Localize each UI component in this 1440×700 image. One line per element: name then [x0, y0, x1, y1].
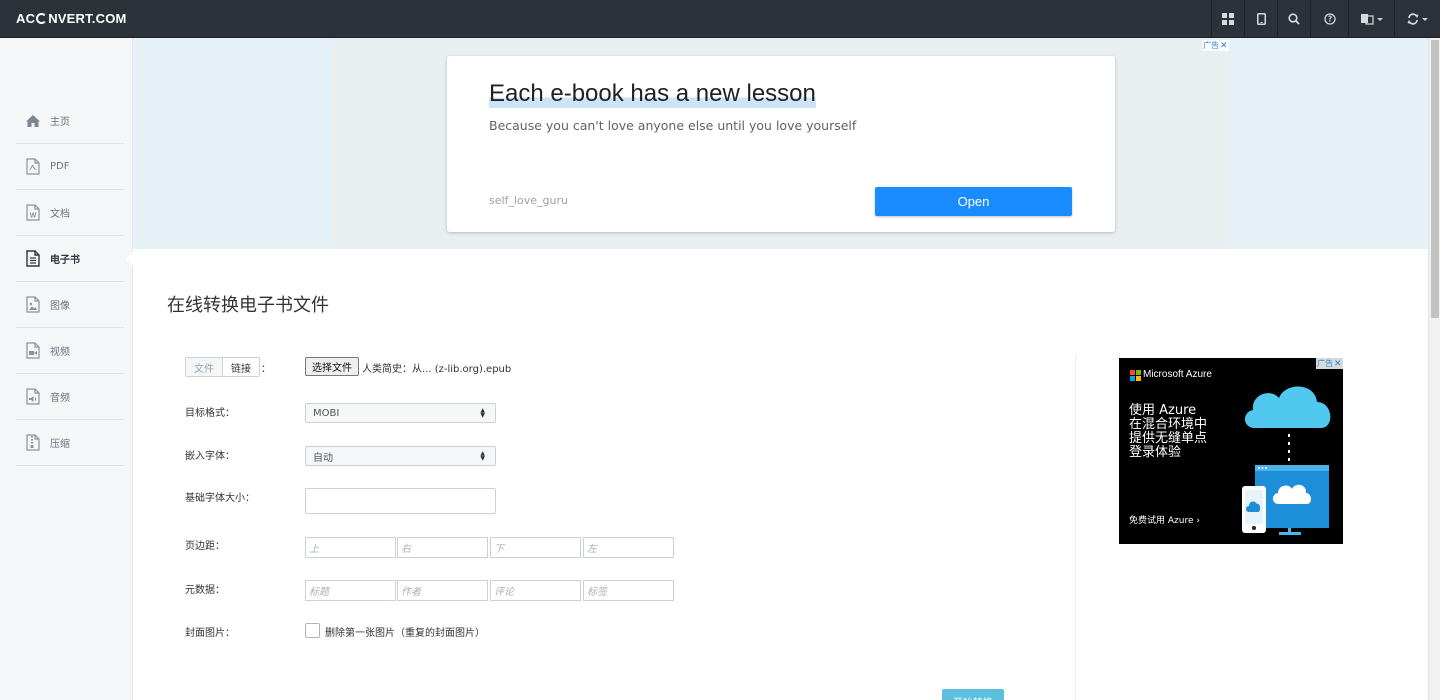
chevron-down-icon [1422, 17, 1428, 21]
apps-grid-button[interactable] [1211, 0, 1244, 38]
site-logo[interactable]: AC NVERT.COM [16, 11, 127, 26]
margin-left-input[interactable]: 左 [583, 537, 674, 558]
convert-icon [1407, 13, 1419, 25]
sidebar-item-label: 视频 [50, 347, 70, 358]
search-icon [1288, 13, 1300, 25]
meta-author-input[interactable]: 作者 [397, 580, 488, 601]
selected-file-name: 人类简史：从... (z-lib.org).epub [362, 364, 512, 375]
mobile-button[interactable] [1244, 0, 1277, 38]
sidebar-item-label: 电子书 [50, 255, 80, 266]
sidebar-item-audio[interactable]: 音频 [16, 374, 124, 420]
ad-source: self_love_guru [489, 194, 568, 207]
sidebar-item-pdf[interactable]: PDF [16, 144, 124, 190]
base-font-size-label: 基础字体大小： [185, 493, 255, 504]
cloud-illustration-icon [1242, 386, 1331, 535]
microsoft-logo-icon [1130, 370, 1141, 381]
help-button[interactable]: ? [1310, 0, 1348, 38]
meta-comment-input[interactable]: 评论 [490, 580, 581, 601]
scrollbar-thumb[interactable] [1431, 40, 1439, 318]
tab-file[interactable]: 文件 [186, 358, 223, 376]
svg-text:?: ? [1327, 15, 1331, 24]
language-icon [1360, 14, 1374, 25]
source-colon: ： [261, 364, 271, 375]
remove-first-image-checkbox[interactable] [305, 623, 320, 638]
meta-title-input[interactable]: 标题 [305, 580, 396, 601]
source-tabs: 文件 链接 [185, 357, 260, 377]
pdf-file-icon [26, 158, 40, 175]
tab-link[interactable]: 链接 [223, 358, 259, 376]
archive-file-icon [26, 434, 40, 451]
embed-font-label: 嵌入字体： [185, 451, 235, 462]
ad-open-button[interactable]: Open [875, 187, 1072, 216]
margin-bottom-input[interactable]: 下 [490, 537, 581, 558]
chevron-down-icon [1376, 17, 1383, 21]
tablet-icon [1256, 13, 1266, 25]
convert-dropdown[interactable] [1394, 0, 1440, 38]
embed-font-select[interactable]: 自动 ▲ ▼ [305, 446, 496, 466]
ad-description: Because you can't love anyone else until… [489, 118, 857, 133]
close-icon[interactable]: ✕ [1220, 41, 1228, 51]
language-dropdown[interactable] [1348, 0, 1394, 38]
ad-choices[interactable]: 广告 ✕ [1202, 40, 1229, 51]
close-icon[interactable]: ✕ [1334, 359, 1342, 369]
sidebar-item-label: 主页 [50, 117, 70, 128]
sidebar-item-label: 音频 [50, 393, 70, 404]
help-icon: ? [1323, 13, 1336, 25]
ad-brand: Microsoft Azure [1143, 369, 1212, 380]
sidebar-item-image[interactable]: 图像 [16, 282, 124, 328]
ad-cta-link[interactable]: 免费试用 Azure › [1129, 513, 1200, 526]
top-navbar: AC NVERT.COM ? [0, 0, 1440, 38]
select-arrows-icon: ▲ ▼ [480, 450, 485, 462]
sidebar-item-label: 压缩 [50, 439, 70, 450]
remove-first-image-label[interactable]: 删除第一张图片（重复的封面图片） [325, 624, 485, 639]
sidebar-item-label: 图像 [50, 301, 70, 312]
image-file-icon [26, 296, 40, 313]
margins-label: 页边距： [185, 541, 225, 552]
metadata-label: 元数据： [185, 585, 225, 596]
sidebar: 主页 PDF W 文档 电子书 图像 视频 音频 压缩 [0, 38, 134, 700]
side-ad[interactable]: Microsoft Azure 使用 Azure 在混合环境中 提供无缝单点 登… [1119, 358, 1343, 544]
sidebar-item-video[interactable]: 视频 [16, 328, 124, 374]
page-scrollbar[interactable] [1428, 38, 1440, 700]
meta-tags-input[interactable]: 标签 [583, 580, 674, 601]
audio-file-icon [26, 388, 40, 405]
sidebar-nav: 主页 PDF W 文档 电子书 图像 视频 音频 压缩 [16, 98, 134, 466]
page-title: 在线转换电子书文件 [167, 295, 329, 316]
word-file-icon: W [26, 204, 40, 221]
start-convert-button[interactable]: 开始转换 [942, 689, 1004, 700]
sidebar-item-ebook[interactable]: 电子书 [16, 236, 134, 282]
search-button[interactable] [1277, 0, 1310, 38]
svg-text:W: W [30, 213, 37, 220]
choose-file-button[interactable]: 选择文件 [305, 357, 359, 376]
margin-right-input[interactable]: 右 [397, 537, 488, 558]
column-divider [1075, 355, 1076, 700]
margin-top-input[interactable]: 上 [305, 537, 396, 558]
cover-image-label: 封面图片： [185, 628, 235, 639]
logo-ring-icon [36, 13, 48, 24]
target-format-label: 目标格式： [185, 408, 235, 419]
ebook-icon [26, 250, 40, 267]
grid-icon [1222, 13, 1234, 25]
ad-text-line: 登录体验 [1129, 445, 1182, 460]
sidebar-item-home[interactable]: 主页 [16, 98, 124, 144]
base-font-size-input[interactable] [305, 488, 496, 514]
ad-headline[interactable]: Each e-book has a new lesson [489, 80, 816, 108]
ad-card[interactable]: Each e-book has a new lesson Because you… [447, 56, 1115, 232]
video-file-icon [26, 342, 40, 359]
target-format-select[interactable]: MOBI ▲ ▼ [305, 403, 496, 423]
sidebar-item-label: 文档 [50, 209, 70, 220]
select-arrows-icon: ▲ ▼ [480, 407, 485, 419]
sidebar-item-label: PDF [50, 161, 70, 172]
side-ad-choices[interactable]: 广告 ✕ [1316, 358, 1343, 369]
sidebar-item-document[interactable]: W 文档 [16, 190, 124, 236]
home-icon [26, 114, 40, 127]
sidebar-item-archive[interactable]: 压缩 [16, 420, 124, 466]
